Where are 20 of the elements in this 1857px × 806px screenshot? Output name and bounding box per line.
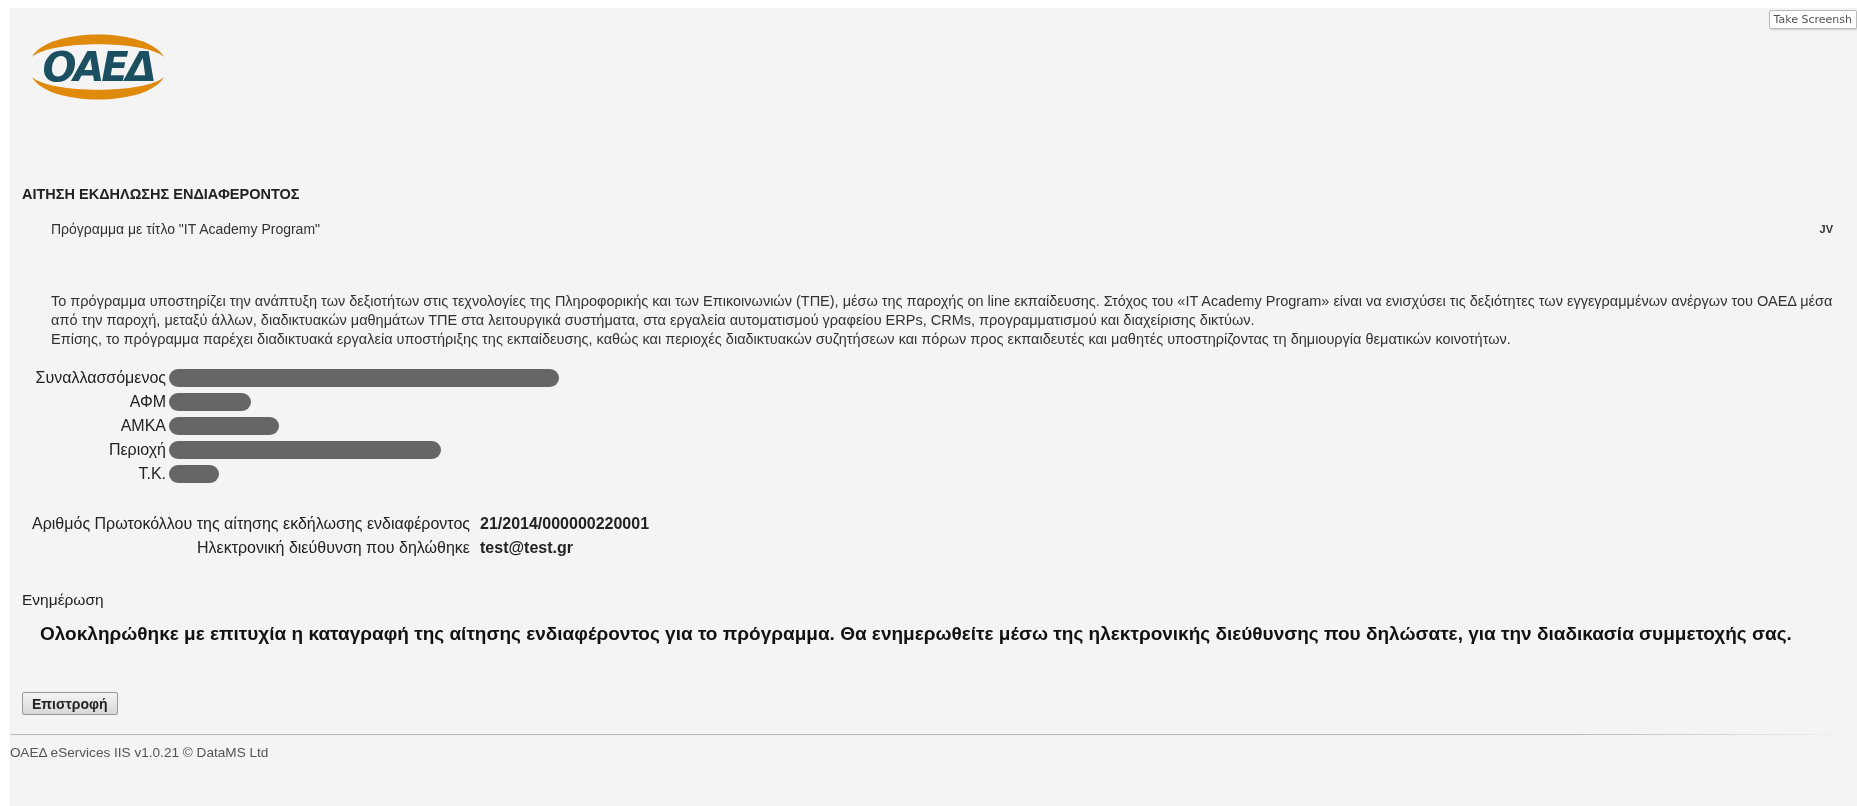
back-button[interactable]: Επιστροφή [22,692,118,715]
field-label: ΑΦΜ [128,392,166,411]
page-heading: ΑΙΤΗΣΗ ΕΚΔΗΛΩΣΗΣ ΕΝΔΙΑΦΕΡΟΝΤΟΣ [22,185,301,203]
detail-value: test@test.gr [480,538,574,557]
footer-text: ΟΑΕΔ eServices IIS v1.0.21 © DataMS Ltd [10,745,270,761]
logo-text: ΟΑΕΔ [41,44,155,90]
notice-message: Ολοκληρώθηκε με επιτυχία η καταγραφή της αίτησης ενδιαφέροντος για το πρόγραμμα. Θα ενημερωθείτε μέσω της ηλεκτρονικής διεύθυνσης που δηλώσατε, για την διαδικασία συμμετοχής σας. [40,623,1793,645]
description-paragraph: Το πρόγραμμα υποστηρίζει την ανάπτυξη των δεξιοτήτων στις τεχνολογίες της Πληροφορικής και των Επικοινωνιών (ΤΠΕ), μέσω της παροχής on line εκπαίδευσης. Στόχος του «IT Academy Program» είναι να ενισχύσει τις δεξιότητες των εγγεγραμμένων ανέργων του ΟΑΕΔ μέσα από την παροχή, μεταξύ άλλων, διαδικτυακών μαθημάτων ΤΠΕ στα λειτουργικά συστήματα, στα εργαλεία αυτοματισμού γραφείου ERPs, CRMs, προγραμματισμού και διαχείρισης δικτύων. [51,292,1834,330]
detail-value: 21/2014/000000220001 [480,514,651,533]
user-initials: JV [1819,222,1833,237]
take-screenshot-button[interactable]: Take Screensh [1768,10,1857,29]
detail-label: Ηλεκτρονική διεύθυνση που δηλώθηκε [196,538,470,557]
notice-title: Ενημέρωση [22,591,105,609]
field-label: Συναλλασσόμενος [34,368,166,387]
field-label: ΑΜΚΑ [119,416,166,435]
field-label: Περιοχή [107,440,166,459]
program-title: Πρόγραμμα με τίτλο "IT Academy Program" [51,220,321,238]
field-label: Τ.Κ. [137,464,166,483]
description-paragraph: Επίσης, το πρόγραμμα παρέχει διαδικτυακά εργαλεία υποστήριξης της εκπαίδευσης, καθώς και περιοχές διαδικτυακών συζητήσεων και πόρων προς εκπαιδευτές και μαθητές υποστηρίζοντας τη δημιουργία θεματικών κοινοτήτων. [51,330,1512,349]
detail-label: Αριθμός Πρωτοκόλλου της αίτησης εκδήλωσης ενδιαφέροντος [31,514,470,533]
